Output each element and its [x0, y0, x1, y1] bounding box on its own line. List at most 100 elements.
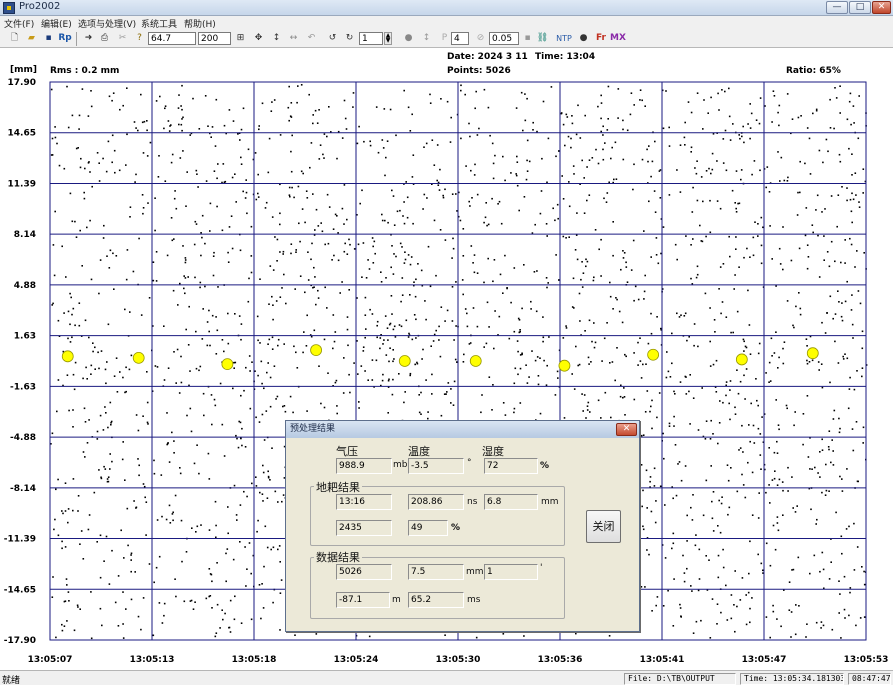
help-pointer-icon[interactable]: ? [133, 32, 146, 45]
data-point [184, 261, 187, 264]
forward-arrow-icon[interactable]: ➜ [82, 32, 95, 45]
toolbar-value-field-3[interactable]: 1 [359, 32, 383, 45]
network-icon[interactable]: ⛓ [536, 32, 549, 45]
ground-value-field[interactable]: 6.8 [484, 494, 538, 510]
data-point [333, 254, 335, 257]
data-point [829, 295, 832, 298]
toolbar-value-field-2[interactable]: 200 [198, 32, 231, 45]
ground-count-field[interactable]: 2435 [336, 520, 392, 536]
menu-options[interactable]: 选项与处理(V) [78, 17, 136, 30]
data-point [619, 395, 622, 398]
data-point [290, 243, 293, 245]
data-point [777, 367, 779, 369]
rotate-right-icon[interactable]: ↻ [343, 32, 356, 45]
print-icon[interactable]: ⎙ [98, 32, 111, 45]
data-point [535, 310, 538, 313]
data-point [585, 417, 587, 419]
data-point [245, 191, 248, 194]
data-point [405, 319, 408, 322]
dialog-close-icon[interactable]: ✕ [616, 423, 637, 436]
data-point [729, 255, 731, 258]
data-point [561, 175, 563, 177]
data-point [348, 289, 350, 291]
data-point [685, 235, 687, 237]
marker-dot-icon[interactable]: ● [577, 32, 590, 45]
data-point [300, 170, 303, 173]
data-point [748, 424, 750, 426]
menu-file[interactable]: 文件(F) [4, 17, 34, 30]
menu-edit[interactable]: 编辑(E) [41, 17, 72, 30]
horizontal-resize-icon[interactable]: ↔ [287, 32, 300, 45]
data-point [239, 249, 242, 252]
data-point [857, 137, 860, 140]
data-point [207, 125, 209, 127]
data-points-field[interactable]: 5026 [336, 564, 392, 580]
status-text: 就绪 [2, 676, 21, 685]
open-folder-icon[interactable]: ▰ [25, 32, 38, 45]
data-point [174, 578, 176, 580]
move-cross-icon[interactable]: ✥ [252, 32, 265, 45]
rotate-left-icon[interactable]: ↺ [326, 32, 339, 45]
data-offset-field[interactable]: -87.1 [336, 592, 390, 608]
data-point [834, 260, 836, 263]
data-point [356, 142, 359, 145]
undo-icon[interactable]: ↶ [305, 32, 318, 45]
ground-delay-field[interactable]: 208.86 [408, 494, 464, 510]
menu-help[interactable]: 帮助(H) [184, 17, 216, 30]
data-point [797, 191, 799, 194]
data-point [751, 471, 754, 474]
temperature-field[interactable]: -3.5 [408, 458, 464, 474]
data-point [451, 286, 454, 288]
data-point [334, 331, 337, 333]
data-point [67, 591, 70, 593]
toolbar-value-field-5[interactable]: 0.05 [489, 32, 519, 45]
data-point [215, 536, 217, 539]
data-point [533, 271, 536, 273]
data-point [327, 242, 330, 245]
data-point [365, 277, 368, 279]
toolbar-value-field-1[interactable]: 64.7 [148, 32, 196, 45]
data-point [562, 235, 565, 238]
maximize-button[interactable]: □ [849, 1, 871, 14]
data-point [102, 157, 104, 160]
minimize-button[interactable]: — [826, 1, 848, 14]
data-rms-field[interactable]: 7.5 [408, 564, 464, 580]
new-file-icon[interactable]: 🗋 [8, 32, 21, 45]
fr-button[interactable]: Fr [593, 32, 609, 45]
data-duration-field[interactable]: 65.2 [408, 592, 464, 608]
data-point [502, 292, 504, 294]
data-point [717, 525, 719, 527]
data-point [515, 173, 517, 175]
data-point [143, 120, 146, 123]
humidity-field[interactable]: 72 [484, 458, 538, 474]
save-icon[interactable]: ▪ [42, 32, 55, 45]
data-point [539, 412, 542, 415]
menu-tools[interactable]: 系统工具 [141, 17, 177, 30]
data-point [275, 398, 277, 400]
data-point [216, 603, 219, 606]
grid-select-icon[interactable]: ⊞ [234, 32, 247, 45]
data-point [534, 223, 536, 226]
pressure-field[interactable]: 988.9 [336, 458, 392, 474]
ground-percent-field[interactable]: 49 [408, 520, 448, 536]
ground-time-field[interactable]: 13:16 [336, 494, 392, 510]
dialog-close-button[interactable]: 关闭 [586, 510, 621, 543]
rp-button[interactable]: Rp [57, 32, 73, 45]
cut-icon[interactable]: ✂ [116, 32, 129, 45]
data-point [277, 501, 279, 503]
mx-button[interactable]: MX [610, 32, 626, 45]
toolbar-value-field-4[interactable]: 4 [451, 32, 469, 45]
data-point [206, 344, 209, 347]
data-point [778, 104, 781, 107]
close-window-button[interactable]: ✕ [872, 1, 891, 14]
data-point [757, 427, 760, 430]
data-point [212, 255, 215, 257]
data-point [236, 519, 238, 521]
data-angle-field[interactable]: 1 [484, 564, 538, 580]
vertical-resize-icon[interactable]: ↕ [270, 32, 283, 45]
data-point [240, 394, 242, 397]
data-point [374, 252, 376, 255]
ntp-button[interactable]: NTP [554, 32, 574, 45]
spin-up-down-icon[interactable]: ▲ ▼ [384, 32, 392, 45]
data-point [142, 415, 144, 417]
